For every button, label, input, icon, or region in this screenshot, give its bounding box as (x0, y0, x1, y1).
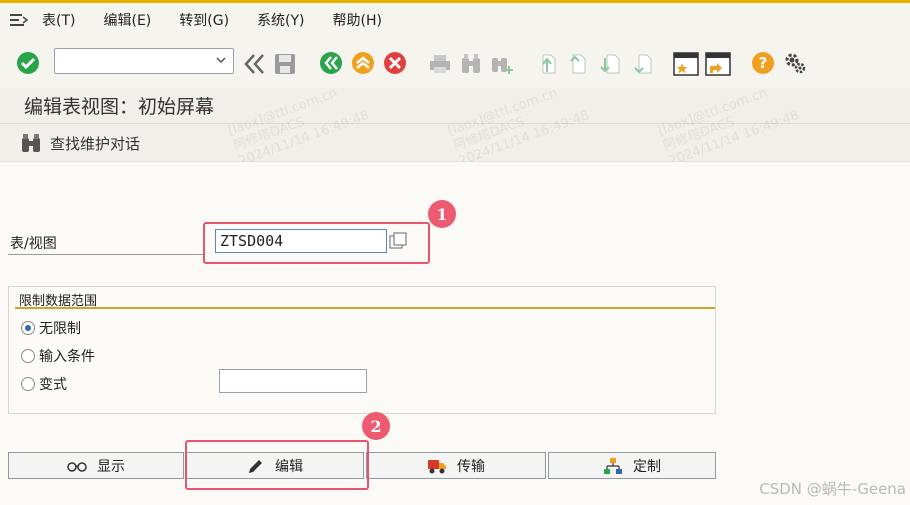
variant-input[interactable] (219, 369, 367, 393)
page-title: 编辑表视图：初始屏幕 (24, 96, 215, 118)
display-button[interactable]: 显示 (8, 452, 184, 479)
new-session-icon[interactable] (673, 51, 699, 76)
step-badge-2: 2 (362, 412, 390, 440)
find-maintenance-dialog-label: 查找维护对话 (50, 134, 141, 153)
back-icon[interactable] (319, 51, 343, 75)
credit-text: CSDN @蜗牛-Geena (759, 480, 906, 498)
check-icon[interactable] (16, 51, 40, 75)
save-icon[interactable] (273, 52, 297, 76)
application-toolbar: 查找维护对话 (0, 124, 910, 162)
menu-list-icon[interactable] (8, 12, 30, 28)
prev-page-icon[interactable] (567, 52, 591, 76)
radio-enter-conditions[interactable]: 输入条件 (21, 346, 95, 366)
truck-icon (428, 459, 446, 473)
chevron-down-icon[interactable] (215, 54, 227, 66)
svg-text:?: ? (759, 54, 768, 72)
menu-goto[interactable]: 转到(G) (179, 10, 229, 30)
shortcut-icon[interactable] (705, 51, 731, 76)
transport-button[interactable]: 传输 (366, 452, 546, 479)
step-badge-1: 1 (428, 200, 456, 228)
label-underline (8, 254, 204, 255)
title-bar: 编辑表视图：初始屏幕 (0, 88, 910, 124)
hierarchy-icon (604, 457, 622, 474)
find-next-icon[interactable] (490, 52, 514, 76)
radio-button[interactable] (21, 377, 35, 391)
radio-no-restriction[interactable]: 无限制 (21, 318, 81, 338)
radio-button[interactable] (21, 321, 35, 335)
radio-label: 无限制 (39, 321, 81, 337)
transport-button-label: 传输 (457, 458, 485, 475)
menu-bar: 表(T) 编辑(E) 转到(G) 系统(Y) 帮助(H) (0, 0, 910, 36)
highlight-box-2 (185, 440, 369, 490)
help-icon[interactable]: ? (751, 51, 775, 75)
settings-icon[interactable] (783, 51, 807, 75)
customize-button-label: 定制 (633, 458, 661, 475)
radio-variant[interactable]: 变式 (21, 374, 67, 394)
glasses-icon (67, 461, 87, 472)
menu-help[interactable]: 帮助(H) (333, 10, 382, 30)
cancel-icon[interactable] (383, 51, 407, 75)
main-content: 表/视图 ZTSD004 1 限制数据范围 无限制 输入条件 变式 显示 编辑 (0, 162, 910, 505)
first-page-icon[interactable] (535, 52, 559, 76)
find-maintenance-dialog-button[interactable]: 查找维护对话 (20, 132, 140, 154)
exit-icon[interactable] (351, 51, 375, 75)
menu-edit[interactable]: 编辑(E) (103, 10, 151, 30)
radio-label: 变式 (39, 377, 67, 393)
restrict-data-range-group: 限制数据范围 无限制 输入条件 变式 (8, 286, 716, 414)
menu-table[interactable]: 表(T) (42, 10, 75, 30)
radio-label: 输入条件 (39, 349, 95, 365)
table-view-label: 表/视图 (10, 236, 57, 252)
group-divider (15, 307, 715, 309)
binoculars-icon (22, 134, 40, 152)
menu-system[interactable]: 系统(Y) (257, 10, 304, 30)
print-icon[interactable] (428, 52, 452, 76)
next-page-icon[interactable] (599, 52, 623, 76)
radio-button[interactable] (21, 349, 35, 363)
customize-button[interactable]: 定制 (548, 452, 716, 479)
last-page-icon[interactable] (631, 52, 655, 76)
find-icon[interactable] (459, 52, 483, 76)
highlight-box-1 (203, 222, 430, 264)
double-left-icon[interactable] (242, 52, 266, 76)
standard-toolbar: ? (0, 36, 910, 88)
command-field[interactable] (54, 48, 234, 74)
display-button-label: 显示 (97, 458, 125, 475)
